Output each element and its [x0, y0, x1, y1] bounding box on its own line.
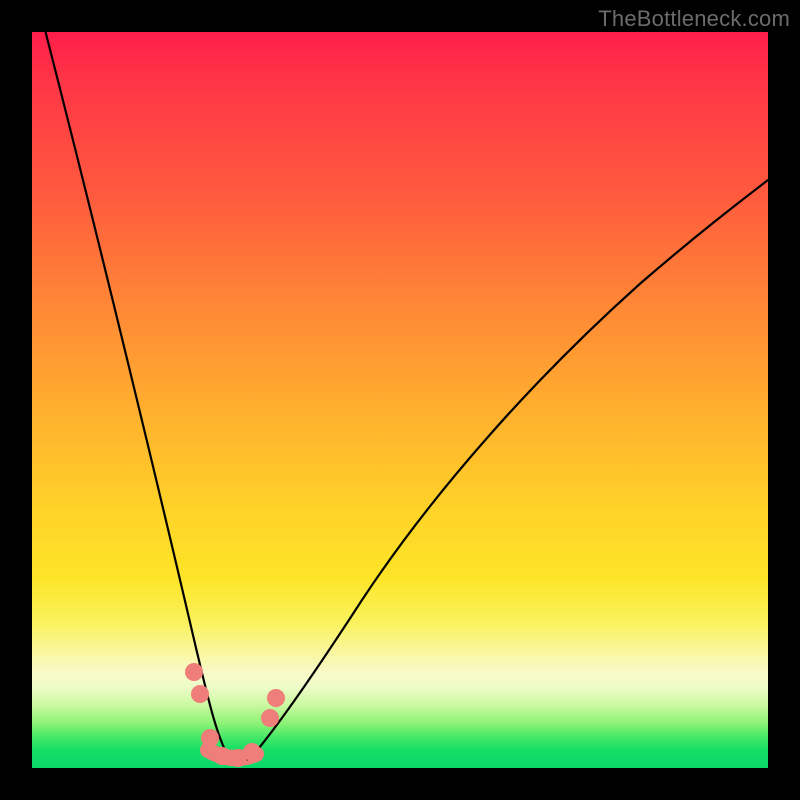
curve-marker [191, 685, 209, 703]
bottleneck-curve-svg [32, 32, 768, 768]
bottleneck-curve [44, 32, 768, 762]
curve-marker [201, 729, 219, 747]
watermark-text: TheBottleneck.com [598, 6, 790, 32]
plot-area [32, 32, 768, 768]
curve-marker [267, 689, 285, 707]
curve-marker [213, 747, 231, 765]
curve-marker [261, 709, 279, 727]
curve-marker [243, 743, 261, 761]
chart-frame: TheBottleneck.com [0, 0, 800, 800]
curve-marker [185, 663, 203, 681]
